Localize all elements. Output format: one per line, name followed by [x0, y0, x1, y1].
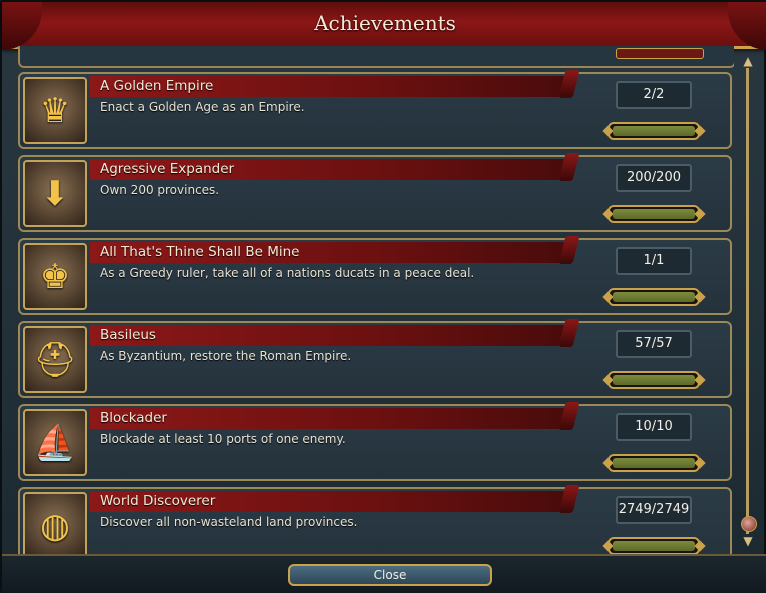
achievement-row[interactable]: ♚ All That's Thine Shall Be Mine As a Gree…	[18, 238, 732, 315]
name-ribbon	[90, 325, 566, 346]
achievement-name: Agressive Expander	[100, 161, 235, 177]
achievement-description: Enact a Golden Age as an Empire.	[100, 100, 305, 114]
progress-fill	[613, 209, 695, 219]
progress-fill	[613, 458, 695, 468]
achievement-description: Blockade at least 10 ports of one enemy.	[100, 432, 346, 446]
achievement-row[interactable]: ◍ World Discoverer Discover all non-wastel…	[18, 487, 732, 554]
roman-helmet-icon: ⛑	[23, 326, 87, 393]
scroll-track[interactable]	[746, 68, 749, 534]
progress-count: 2749/2749	[616, 496, 692, 524]
achievement-name: Blockader	[100, 410, 167, 426]
progress-fill	[613, 126, 695, 136]
scroll-thumb[interactable]	[741, 516, 757, 532]
progress-bar	[608, 454, 700, 472]
partial-row-above	[18, 46, 734, 68]
progress-bar	[608, 537, 700, 554]
achievement-description: As a Greedy ruler, take all of a nations…	[100, 266, 475, 280]
achievement-row[interactable]: ♛ A Golden Empire Enact a Golden Age as an…	[18, 72, 732, 149]
achievement-description: Discover all non-wasteland land province…	[100, 515, 358, 529]
scrollbar[interactable]: ▲ ▼	[740, 54, 757, 550]
expanding-arrows-icon: ⬇	[23, 160, 87, 227]
achievement-name: Basileus	[100, 327, 156, 343]
progress-bar	[608, 205, 700, 223]
progress-count: 2/2	[616, 81, 692, 109]
progress-fill	[613, 292, 695, 302]
progress-bar	[608, 371, 700, 389]
progress-count: 200/200	[616, 164, 692, 192]
progress-count: 1/1	[616, 247, 692, 275]
achievement-name: World Discoverer	[100, 493, 216, 509]
window-title: Achievements	[314, 11, 456, 35]
achievement-name: A Golden Empire	[100, 78, 214, 94]
achievement-list[interactable]: ♛ A Golden Empire Enact a Golden Age as an…	[12, 46, 734, 554]
gold-bars-crown-icon: ♚	[23, 243, 87, 310]
achievements-window: Achievements ♛ A Golden Empire Enact a Gol…	[0, 0, 766, 593]
partial-progress-bar	[616, 48, 704, 59]
achievement-row[interactable]: ⛑ Basileus As Byzantium, restore the Roman…	[18, 321, 732, 398]
progress-count: 57/57	[616, 330, 692, 358]
crown-icon: ♛	[23, 77, 87, 144]
close-button[interactable]: Close	[288, 564, 492, 586]
title-bar: Achievements	[2, 2, 766, 50]
achievement-description: As Byzantium, restore the Roman Empire.	[100, 349, 352, 363]
achievement-name: All That's Thine Shall Be Mine	[100, 244, 300, 260]
globe-icon: ◍	[23, 492, 87, 554]
scroll-down-arrow-icon[interactable]: ▼	[740, 534, 756, 548]
achievement-description: Own 200 provinces.	[100, 183, 220, 197]
achievement-row[interactable]: ⬇ Agressive Expander Own 200 provinces. 200…	[18, 155, 732, 232]
progress-fill	[613, 375, 695, 385]
achievement-row[interactable]: ⛵ Blockader Blockade at least 10 ports of …	[18, 404, 732, 481]
progress-bar	[608, 288, 700, 306]
scroll-up-arrow-icon[interactable]: ▲	[740, 54, 756, 68]
progress-count: 10/10	[616, 413, 692, 441]
progress-fill	[613, 541, 695, 551]
progress-bar	[608, 122, 700, 140]
ship-icon: ⛵	[23, 409, 87, 476]
